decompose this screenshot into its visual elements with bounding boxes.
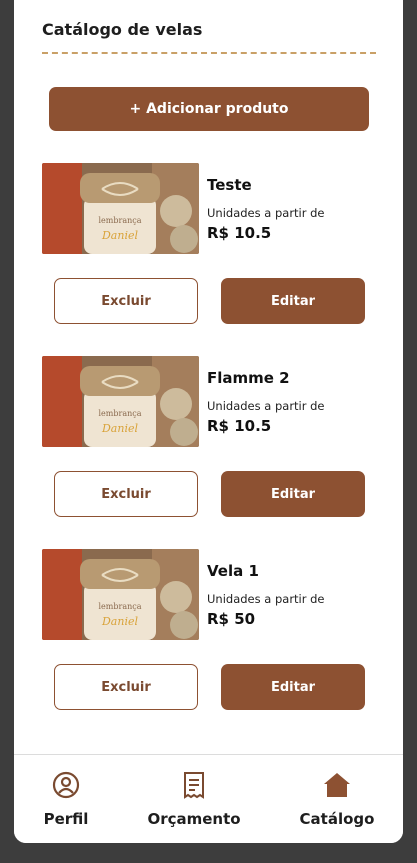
edit-button[interactable]: Editar (221, 471, 365, 517)
svg-text:lembrança: lembrança (99, 409, 142, 418)
product-unit-label: Unidades a partir de (207, 206, 325, 220)
product-unit-label: Unidades a partir de (207, 592, 325, 606)
svg-text:Daniel: Daniel (101, 615, 138, 628)
home-icon (324, 773, 350, 797)
product-price: R$ 10.5 (207, 224, 272, 242)
nav-label: Orçamento (147, 810, 241, 828)
product-image: lembrança Daniel (42, 356, 199, 447)
product-card: lembrança Daniel Flamme 2 Unidades a par… (42, 356, 382, 526)
nav-item-profile[interactable]: Perfil (36, 755, 96, 843)
app-screen: Catálogo de velas + Adicionar produto le… (14, 0, 403, 843)
add-product-button[interactable]: + Adicionar produto (49, 87, 369, 131)
bottom-nav: Perfil Orçamento Catálogo (14, 754, 403, 843)
product-unit-label: Unidades a partir de (207, 399, 325, 413)
svg-text:lembrança: lembrança (99, 216, 142, 225)
svg-text:lembrança: lembrança (99, 602, 142, 611)
product-price: R$ 10.5 (207, 417, 272, 435)
delete-button[interactable]: Excluir (54, 278, 198, 324)
profile-icon (52, 771, 80, 799)
product-price: R$ 50 (207, 610, 256, 628)
product-name: Flamme 2 (207, 369, 290, 387)
edit-button[interactable]: Editar (221, 278, 365, 324)
svg-text:Daniel: Daniel (101, 229, 138, 242)
nav-label: Perfil (43, 810, 89, 828)
product-card: lembrança Daniel Teste Unidades a partir… (42, 163, 382, 333)
nav-item-budget[interactable]: Orçamento (144, 755, 244, 843)
product-name: Vela 1 (207, 562, 259, 580)
product-name: Teste (207, 176, 252, 194)
edit-button[interactable]: Editar (221, 664, 365, 710)
delete-button[interactable]: Excluir (54, 664, 198, 710)
product-card: lembrança Daniel Vela 1 Unidades a parti… (42, 549, 382, 719)
product-image: lembrança Daniel (42, 163, 199, 254)
page-title: Catálogo de velas (42, 20, 203, 39)
product-image: lembrança Daniel (42, 549, 199, 640)
receipt-icon (184, 772, 204, 799)
nav-label: Catálogo (299, 810, 375, 828)
header-divider (42, 52, 376, 54)
nav-item-catalog[interactable]: Catálogo (297, 755, 377, 843)
svg-text:Daniel: Daniel (101, 422, 138, 435)
delete-button[interactable]: Excluir (54, 471, 198, 517)
